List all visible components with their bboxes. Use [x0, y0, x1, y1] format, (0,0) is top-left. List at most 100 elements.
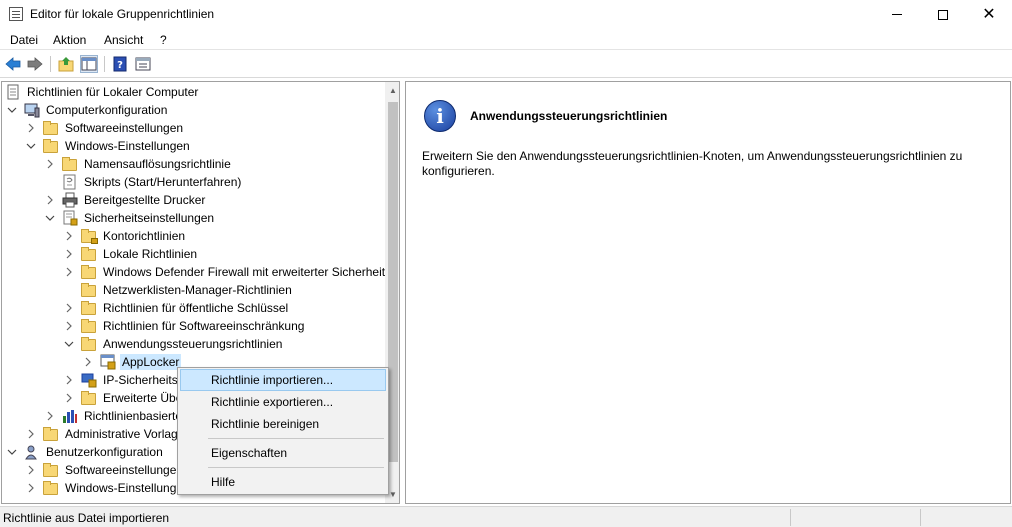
- tree-label: Windows Defender Firewall mit erweiterte…: [103, 265, 386, 279]
- tree-label: Windows-Einstellung: [65, 481, 177, 495]
- forward-icon: [27, 57, 43, 71]
- applocker-icon: [100, 354, 116, 370]
- tree-node-software[interactable]: Softwareeinstellungen: [25, 119, 185, 137]
- svg-text:?: ?: [117, 60, 123, 71]
- tree-label: Richtlinien für öffentliche Schlüssel: [103, 301, 289, 315]
- menu-item-properties[interactable]: Eigenschaften: [180, 442, 386, 464]
- tree-node-windows-settings[interactable]: Windows-Einstellungen: [25, 137, 192, 155]
- tree-label: Richtlinien für Softwareeinschränkung: [103, 319, 305, 333]
- chevron-right-icon[interactable]: [44, 158, 56, 170]
- folder-icon: [81, 300, 97, 316]
- menu-item-help[interactable]: Hilfe: [180, 471, 386, 493]
- close-button[interactable]: ✕: [966, 0, 1012, 29]
- tree-node-firewall[interactable]: Windows Defender Firewall mit erweiterte…: [63, 263, 387, 281]
- menu-item-export-policy[interactable]: Richtlinie exportieren...: [180, 391, 386, 413]
- tree-node-local-policies[interactable]: Lokale Richtlinien: [63, 245, 199, 263]
- chevron-down-icon[interactable]: [25, 140, 37, 152]
- chevron-right-icon[interactable]: [25, 464, 37, 476]
- tree-label: Kontorichtlinien: [103, 229, 186, 243]
- show-hide-tree-button[interactable]: [80, 55, 98, 73]
- menu-item-import-policy[interactable]: Richtlinie importieren...: [180, 369, 386, 391]
- menu-ansicht[interactable]: Ansicht: [104, 33, 143, 47]
- tree-node-admin-templates[interactable]: Administrative Vorlag: [25, 425, 180, 443]
- details-pane: i Anwendungssteuerungsrichtlinien Erweit…: [405, 81, 1011, 504]
- menu-aktion[interactable]: Aktion: [53, 33, 86, 47]
- chevron-right-icon[interactable]: [25, 122, 37, 134]
- folder-icon: [43, 138, 59, 154]
- folder-icon: [81, 318, 97, 334]
- tree-node-printers[interactable]: Bereitgestellte Drucker: [44, 191, 207, 209]
- chevron-right-icon[interactable]: [25, 428, 37, 440]
- window-title: Editor für lokale Gruppenrichtlinien: [30, 7, 215, 21]
- tree-node-name-resolution[interactable]: Namensauflösungsrichtlinie: [44, 155, 233, 173]
- forward-button[interactable]: [26, 55, 44, 73]
- back-icon: [5, 57, 21, 71]
- tree-node-root[interactable]: Richtlinien für Lokaler Computer: [5, 83, 200, 101]
- chevron-down-icon[interactable]: [63, 338, 75, 350]
- chevron-right-icon[interactable]: [63, 266, 75, 278]
- tree-label: Namensauflösungsrichtlinie: [84, 157, 231, 171]
- tree-label: Computerkonfiguration: [46, 103, 168, 117]
- chevron-down-icon[interactable]: [44, 212, 56, 224]
- chevron-right-icon[interactable]: [63, 392, 75, 404]
- tree-label: Lokale Richtlinien: [103, 247, 198, 261]
- menu-help[interactable]: ?: [160, 33, 167, 47]
- menu-separator: [208, 438, 384, 439]
- computer-icon: [24, 102, 40, 118]
- minimize-button[interactable]: [874, 0, 920, 29]
- properties-button[interactable]: [134, 55, 152, 73]
- tree-node-network-list[interactable]: Netzwerklisten-Manager-Richtlinien: [81, 281, 294, 299]
- help-button[interactable]: ?: [111, 55, 129, 73]
- tree-node-application-control[interactable]: Anwendungssteuerungsrichtlinien: [63, 335, 284, 353]
- tree-label: Administrative Vorlag: [65, 427, 178, 441]
- chevron-down-icon[interactable]: [6, 104, 18, 116]
- menu-item-clear-policy[interactable]: Richtlinie bereinigen: [180, 413, 386, 435]
- close-icon: ✕: [982, 5, 996, 23]
- tree-node-account-policies[interactable]: Kontorichtlinien: [63, 227, 187, 245]
- scripts-icon: [62, 174, 78, 190]
- folder-icon: [81, 390, 97, 406]
- context-menu: Richtlinie importieren... Richtlinie exp…: [177, 367, 389, 495]
- chevron-down-icon[interactable]: [6, 446, 18, 458]
- tree-label: Softwareeinstellungen: [65, 121, 184, 135]
- tree-node-ipsec[interactable]: IP-Sicherheitsr: [63, 371, 184, 389]
- chevron-right-icon[interactable]: [82, 356, 94, 368]
- chevron-right-icon[interactable]: [63, 320, 75, 332]
- details-description: Erweitern Sie den Anwendungssteuerungsri…: [422, 149, 963, 178]
- tree-label: Anwendungssteuerungsrichtlinien: [103, 337, 283, 351]
- minimize-icon: [892, 14, 902, 15]
- tree-node-user-windows[interactable]: Windows-Einstellung: [25, 479, 178, 497]
- chevron-right-icon[interactable]: [44, 410, 56, 422]
- chevron-right-icon[interactable]: [63, 302, 75, 314]
- chevron-right-icon[interactable]: [63, 374, 75, 386]
- menu-datei[interactable]: Datei: [10, 33, 38, 47]
- tree-node-user-software[interactable]: Softwareeinstellungen: [25, 461, 185, 479]
- chevron-right-icon[interactable]: [25, 482, 37, 494]
- chevron-right-icon[interactable]: [44, 194, 56, 206]
- tree-node-advanced-audit[interactable]: Erweiterte Übe: [63, 389, 184, 407]
- tree-node-applocker[interactable]: AppLocker: [82, 353, 182, 371]
- chevron-right-icon[interactable]: [63, 230, 75, 242]
- folder-icon: [43, 480, 59, 496]
- chevron-right-icon[interactable]: [63, 248, 75, 260]
- policy-doc-icon: [5, 84, 21, 100]
- tree-label: Benutzerkonfiguration: [46, 445, 163, 459]
- scroll-up-icon[interactable]: ▲: [385, 82, 399, 99]
- scroll-thumb[interactable]: [388, 102, 398, 462]
- tree-node-security-settings[interactable]: Sicherheitseinstellungen: [44, 209, 216, 227]
- up-folder-button[interactable]: [57, 55, 75, 73]
- tree-node-computer[interactable]: Computerkonfiguration: [6, 101, 169, 119]
- details-title: Anwendungssteuerungsrichtlinien: [470, 109, 668, 123]
- properties-icon: [135, 57, 151, 71]
- tree-node-software-restriction[interactable]: Richtlinien für Softwareeinschränkung: [63, 317, 306, 335]
- tree-node-public-key[interactable]: Richtlinien für öffentliche Schlüssel: [63, 299, 290, 317]
- tree-label: IP-Sicherheitsr: [103, 373, 182, 387]
- tree-node-user-config[interactable]: Benutzerkonfiguration: [6, 443, 165, 461]
- tree-node-scripts[interactable]: Skripts (Start/Herunterfahren): [62, 173, 243, 191]
- back-button[interactable]: [4, 55, 22, 73]
- maximize-icon: [938, 9, 948, 20]
- maximize-button[interactable]: [920, 0, 966, 29]
- tree-node-qos[interactable]: Richtlinienbasierte: [44, 407, 184, 425]
- tree-label: Richtlinienbasierte: [84, 409, 183, 423]
- tree-label: Richtlinien für Lokaler Computer: [27, 85, 199, 99]
